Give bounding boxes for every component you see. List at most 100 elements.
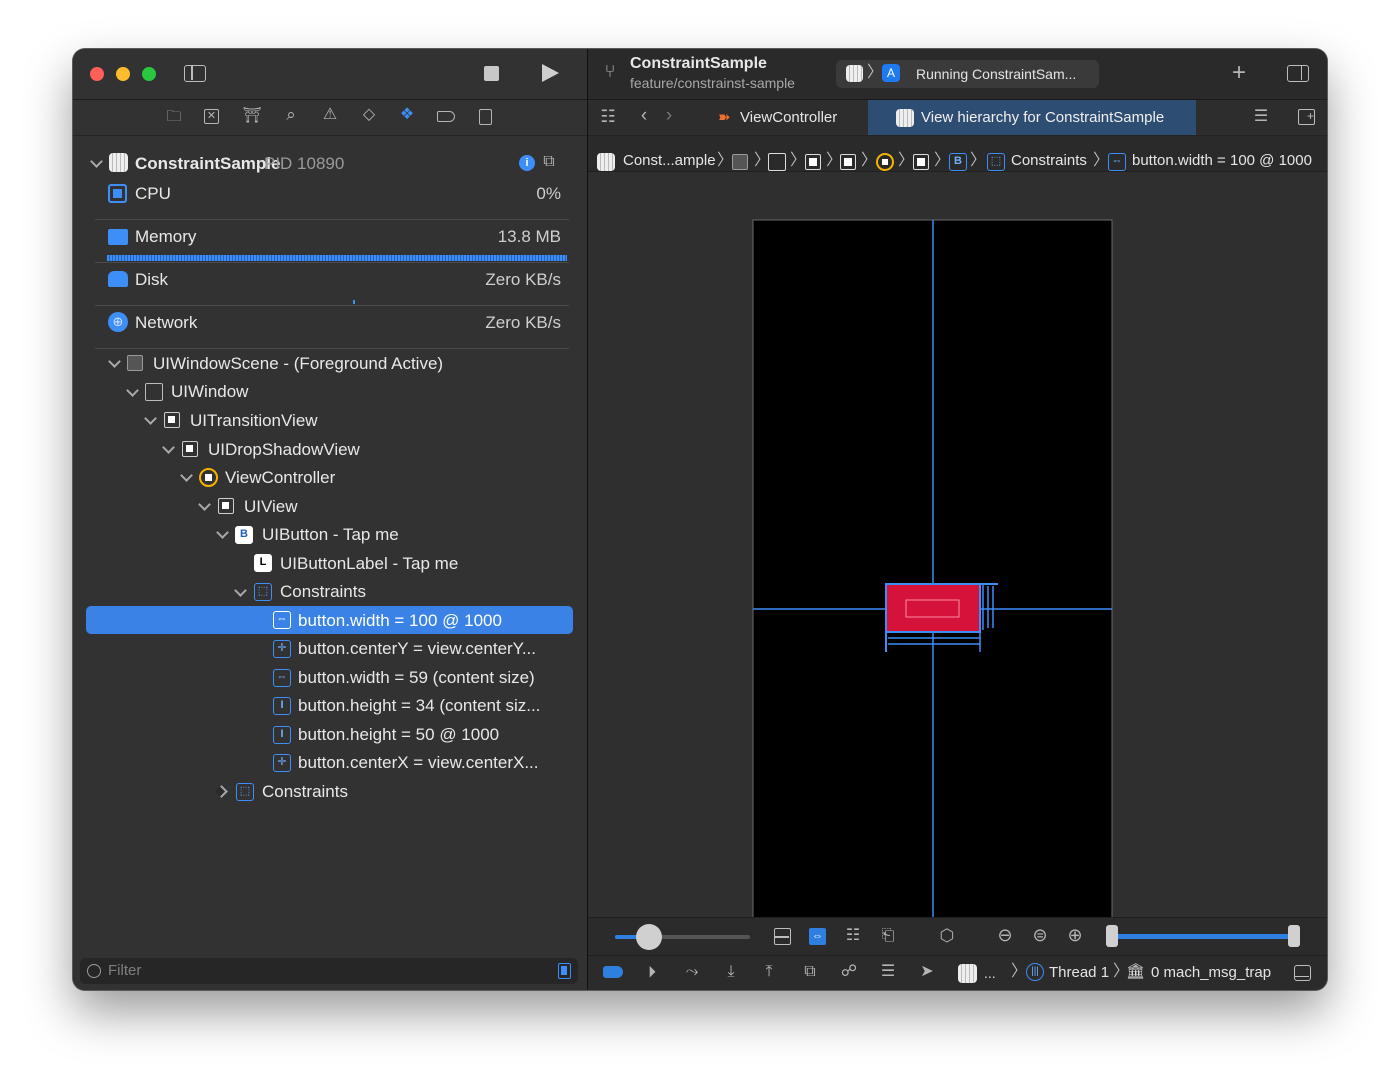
network-icon: ⊕ [108, 312, 128, 332]
show-clipped-icon[interactable] [774, 928, 791, 945]
orient-3d-icon[interactable]: ⬡ [937, 927, 957, 944]
debug-ellipsis[interactable]: ... [984, 964, 996, 982]
breadcrumb-view-controller[interactable] [876, 153, 894, 171]
breadcrumb-project[interactable]: Const...ample [623, 150, 716, 172]
folder-icon[interactable]: 🗀 [165, 109, 183, 125]
breadcrumb-transition-view[interactable] [805, 154, 821, 170]
breadcrumb-constraints-icon: ⬚ [987, 153, 1005, 171]
simulate-location-icon[interactable]: ➤ [917, 964, 937, 980]
tree-row[interactable]: button.height = 50 @ 1000 [298, 725, 499, 745]
info-icon[interactable]: i [519, 155, 535, 171]
memory-icon [108, 229, 128, 245]
add-editor-icon[interactable]: + [1298, 109, 1315, 125]
tree-row[interactable]: UIWindow [171, 382, 248, 402]
minimize-window-button[interactable] [116, 67, 130, 81]
activity-view[interactable]: 〉 A Running ConstraintSam... [836, 60, 1099, 88]
thread-label[interactable]: Thread 1 [1049, 964, 1109, 982]
show-constraints-icon[interactable]: ⇔ [809, 928, 826, 945]
forward-icon[interactable]: › [661, 106, 677, 125]
tree-row[interactable]: button.height = 34 (content siz... [298, 696, 540, 716]
search-icon[interactable]: ⌕ [281, 106, 301, 123]
view-hierarchy-icon[interactable]: ⧉ [539, 154, 559, 170]
warning-icon[interactable]: ⚠ [320, 107, 340, 123]
step-over-icon[interactable]: ⤳ [681, 964, 703, 980]
disk-icon [108, 271, 128, 287]
symbol-icon[interactable]: ⛩ [242, 108, 262, 124]
adjust-view-mode-icon[interactable]: ☷ [843, 928, 863, 944]
debug-bar: ⏵ ⤳ ⤓ ⤒ ⧉ ☍ ☰ ➤ ... 〉 ||| Thread 1 〉 🏛 0… [588, 955, 1327, 990]
swift-icon: ➽ [718, 109, 731, 126]
toggle-debug-area-icon[interactable] [1294, 965, 1311, 981]
toggle-inspector-icon[interactable] [1287, 65, 1309, 82]
filter-field[interactable]: Filter [80, 958, 578, 984]
actual-size-icon[interactable]: ⊜ [1030, 926, 1050, 944]
environment-overrides-icon[interactable]: ☰ [878, 964, 898, 980]
breakpoint-icon[interactable] [437, 111, 455, 122]
zoom-in-icon[interactable]: ⊕ [1065, 926, 1085, 944]
breadcrumb-scene[interactable] [732, 154, 748, 170]
test-icon[interactable]: ◇ [359, 107, 379, 123]
run-button[interactable] [542, 64, 559, 82]
filter-placeholder: Filter [108, 962, 142, 979]
stack-frame-label[interactable]: 0 mach_msg_trap [1151, 964, 1271, 982]
related-items-icon[interactable]: ☷ [598, 108, 618, 125]
add-icon[interactable]: + [1229, 61, 1249, 85]
tree-row[interactable]: UITransitionView [190, 411, 318, 431]
report-icon[interactable] [479, 109, 492, 125]
scheme-title[interactable]: ConstraintSample [630, 54, 767, 74]
label-icon: L [254, 554, 272, 572]
height-constraint-icon: I [273, 697, 291, 715]
app-icon [958, 964, 977, 983]
stop-button[interactable] [484, 66, 499, 81]
height-constraint-icon: I [273, 726, 291, 744]
tree-row-selected[interactable]: button.width = 100 @ 1000 [298, 611, 502, 631]
view-controller-icon [199, 468, 218, 487]
tree-row[interactable]: Constraints [262, 782, 348, 802]
source-control-icon[interactable]: ✕ [204, 109, 219, 124]
tree-row[interactable]: ViewController [225, 468, 335, 488]
tree-row[interactable]: UIWindowScene - (Foreground Active) [153, 354, 443, 374]
tab-viewcontroller[interactable]: ➽ ViewController [708, 100, 868, 135]
tree-row[interactable]: UIButton - Tap me [262, 525, 399, 545]
toggle-navigator-icon[interactable] [184, 65, 206, 82]
tree-row[interactable]: button.width = 59 (content size) [298, 668, 535, 688]
continue-icon[interactable]: ⏵ [641, 965, 663, 981]
zoom-out-icon[interactable]: ⊖ [995, 926, 1015, 944]
filter-icon [87, 964, 101, 978]
tab-view-hierarchy[interactable]: View hierarchy for ConstraintSample [868, 100, 1196, 135]
breakpoints-toggle-icon[interactable] [603, 966, 623, 978]
tree-row[interactable]: button.centerX = view.centerX... [298, 753, 539, 773]
tree-row[interactable]: button.centerY = view.centerY... [298, 639, 536, 659]
tree-row[interactable]: UIDropShadowView [208, 440, 360, 460]
step-into-icon[interactable]: ⤓ [721, 964, 741, 980]
breadcrumb-window[interactable] [768, 153, 786, 171]
close-window-button[interactable] [90, 67, 104, 81]
breadcrumb-shadow-view[interactable] [840, 154, 856, 170]
memory-graph-icon[interactable]: ☍ [839, 964, 859, 980]
range-slider-left-handle[interactable] [1106, 925, 1118, 947]
app-icon [846, 65, 863, 82]
filter-options-icon[interactable] [558, 963, 571, 979]
breadcrumb-button[interactable]: B [949, 153, 967, 171]
range-slider-right-handle[interactable] [1288, 925, 1300, 947]
debug-navigator-icon[interactable]: ❖ [397, 107, 417, 123]
step-out-icon[interactable]: ⤒ [759, 964, 779, 980]
debug-view-hierarchy-icon[interactable]: ⧉ [800, 964, 820, 980]
zoom-window-button[interactable] [142, 67, 156, 81]
range-slider-track[interactable] [1110, 934, 1296, 939]
tree-row[interactable]: Constraints [280, 582, 366, 602]
editor-options-icon[interactable]: ☰ [1250, 109, 1272, 125]
back-icon[interactable]: ‹ [636, 106, 652, 125]
spacing-slider-knob[interactable] [636, 924, 662, 950]
editor-pane: ⑂ ConstraintSample feature/constrainst-s… [588, 49, 1327, 990]
tree-row[interactable]: UIView [244, 497, 298, 517]
width-constraint-icon: ⇔ [273, 611, 291, 629]
stack-frame-icon: 🏛 [1126, 963, 1146, 980]
change-canvas-background-icon[interactable]: ⎗ [878, 928, 898, 944]
breadcrumb-selected[interactable]: button.width = 100 @ 1000 [1132, 150, 1312, 172]
breadcrumb-constraints[interactable]: Constraints [1011, 150, 1087, 172]
view-debugger-canvas[interactable] [588, 172, 1327, 917]
app-icon [109, 153, 128, 172]
tree-row[interactable]: UIButtonLabel - Tap me [280, 554, 458, 574]
breadcrumb-uiview[interactable] [913, 154, 929, 170]
